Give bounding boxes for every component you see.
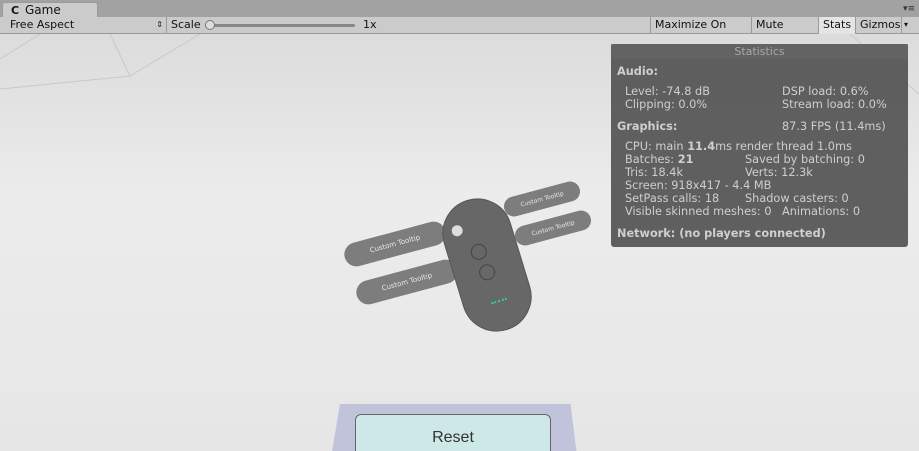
audio-level: Level: -74.8 dB — [625, 85, 710, 98]
audio-heading: Audio: — [617, 65, 659, 78]
controller-light — [450, 223, 465, 238]
verts: Verts: 12.3k — [745, 166, 813, 179]
menu-icon[interactable]: ▾≡ — [903, 4, 915, 14]
aspect-dropdown[interactable]: Free Aspect ⇕ — [6, 17, 166, 34]
maximize-on-play-button[interactable]: Maximize On Play — [650, 17, 751, 47]
mute-audio-button[interactable]: Mute Audio — [751, 17, 818, 47]
animations: Animations: 0 — [782, 205, 861, 218]
stats-button[interactable]: Stats — [818, 17, 855, 34]
statistics-title: Statistics — [611, 44, 908, 59]
scale-slider-handle[interactable] — [205, 20, 215, 30]
stream-load: Stream load: 0.0% — [782, 98, 887, 111]
screen: Screen: 918x417 - 4.4 MB — [625, 179, 772, 192]
tab-game[interactable]: C Game — [2, 2, 98, 18]
fps: 87.3 FPS (11.4ms) — [782, 120, 886, 133]
scale-label: Scale — [171, 18, 201, 31]
gizmos-dropdown-icon[interactable]: ▾ — [901, 17, 913, 34]
aspect-value: Free Aspect — [10, 18, 75, 31]
cpu: CPU: main 11.4ms render thread 1.0ms — [625, 140, 852, 153]
dsp-load: DSP load: 0.6% — [782, 85, 869, 98]
scale-slider[interactable] — [207, 24, 355, 27]
gizmos-button[interactable]: Gizmos — [855, 17, 901, 34]
graphics-heading: Graphics: — [617, 120, 678, 133]
reset-button[interactable]: Reset — [355, 414, 551, 451]
network-status: Network: (no players connected) — [617, 227, 826, 240]
statistics-panel: Statistics Audio: Level: -74.8 dB DSP lo… — [611, 44, 908, 247]
tris: Tris: 18.4k — [625, 166, 684, 179]
tab-label: Game — [25, 3, 61, 17]
saved-by-batching: Saved by batching: 0 — [745, 153, 865, 166]
batches: Batches: 21 — [625, 153, 694, 166]
visible-skinned-meshes: Visible skinned meshes: 0 — [625, 205, 772, 218]
game-icon: C — [11, 4, 20, 17]
tab-bar: C Game ▾≡ — [0, 0, 919, 18]
controller-leds — [491, 297, 508, 306]
setpass-calls: SetPass calls: 18 — [625, 192, 720, 205]
updown-icon: ⇕ — [156, 20, 163, 29]
controller-button — [468, 241, 489, 262]
scale-value: 1x — [363, 18, 377, 31]
controller-button — [477, 262, 498, 283]
scale-control: Scale 1x — [166, 17, 650, 34]
game-toolbar: Free Aspect ⇕ Scale 1x Maximize On Play M… — [0, 17, 919, 47]
shadow-casters: Shadow casters: 0 — [745, 192, 849, 205]
clipping: Clipping: 0.0% — [625, 98, 708, 111]
